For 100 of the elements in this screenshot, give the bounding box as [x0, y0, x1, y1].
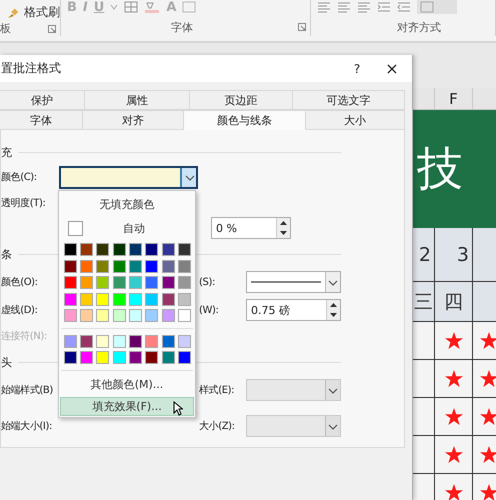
color-swatch[interactable] [145, 351, 158, 364]
color-swatch[interactable] [96, 292, 110, 306]
color-swatch[interactable] [112, 276, 126, 289]
star-icon [444, 446, 462, 463]
color-swatch[interactable] [64, 351, 77, 364]
fill-color-icon[interactable] [144, 1, 160, 13]
color-swatch[interactable] [178, 292, 191, 306]
color-swatch[interactable] [162, 351, 175, 364]
color-swatch[interactable] [129, 309, 142, 322]
color-swatch[interactable] [80, 260, 94, 272]
color-swatch[interactable] [162, 260, 175, 272]
color-swatch[interactable] [129, 334, 142, 348]
dialog-tab[interactable]: 对齐 [83, 110, 184, 130]
automatic-swatch[interactable] [68, 220, 83, 236]
color-swatch[interactable] [96, 276, 110, 289]
automatic-item[interactable]: 自动 [123, 220, 145, 236]
color-swatch[interactable] [162, 309, 175, 322]
dialog-tab[interactable]: 属性 [85, 90, 190, 110]
color-swatch[interactable] [178, 351, 191, 364]
fill-color-dropdown[interactable] [59, 166, 198, 188]
dialog-tab[interactable]: 大小 [306, 110, 405, 130]
color-swatch[interactable] [96, 309, 110, 322]
help-button[interactable]: ? [342, 62, 372, 76]
color-swatch[interactable] [96, 243, 110, 256]
group-label: 板 [0, 21, 11, 36]
section-heading: 充 [1, 144, 12, 160]
color-swatch[interactable] [64, 292, 77, 306]
color-swatch[interactable] [129, 243, 142, 256]
line-style-icon [251, 280, 321, 284]
color-swatch[interactable] [145, 334, 158, 348]
color-swatch[interactable] [178, 334, 191, 348]
color-swatch[interactable] [80, 276, 94, 289]
color-swatch[interactable] [178, 276, 191, 289]
dialog-launcher-icon[interactable] [298, 23, 306, 31]
format-painter-button[interactable]: 格式刷 [24, 4, 60, 21]
dialog-tab[interactable]: 字体 [0, 110, 83, 130]
color-swatch[interactable] [178, 309, 191, 322]
transparency-spinbox[interactable]: 0 % [211, 217, 291, 239]
color-swatch[interactable] [178, 260, 191, 272]
more-colors-item[interactable]: 其他颜色(M)... [60, 372, 194, 396]
align-icon[interactable] [337, 1, 351, 13]
color-swatch[interactable] [112, 309, 126, 322]
close-button[interactable]: × [372, 59, 412, 78]
color-swatch[interactable] [64, 309, 77, 322]
color-swatch[interactable] [162, 243, 175, 256]
color-swatch[interactable] [129, 260, 142, 272]
color-swatch[interactable] [162, 292, 175, 306]
color-swatch[interactable] [80, 309, 94, 322]
color-swatch[interactable] [162, 334, 175, 348]
color-swatch[interactable] [80, 351, 94, 364]
color-swatch[interactable] [129, 292, 142, 306]
dialog-title: 置批注格式 [1, 60, 62, 77]
star-icon [480, 332, 496, 349]
color-swatch[interactable] [112, 351, 126, 364]
column-header[interactable]: F [435, 88, 473, 110]
color-swatch[interactable] [145, 292, 158, 306]
dialog-tab[interactable]: 可选文字 [293, 90, 405, 110]
spin-up-icon[interactable] [280, 221, 287, 225]
color-swatch[interactable] [145, 276, 158, 289]
color-swatch[interactable] [80, 292, 94, 306]
field-label: 大小(Z): [198, 420, 236, 432]
align-icon[interactable] [317, 1, 331, 13]
color-swatch[interactable] [80, 334, 94, 348]
color-swatch[interactable] [96, 351, 110, 364]
color-swatch[interactable] [129, 351, 142, 364]
fill-effects-item[interactable]: 填充效果(F)... [60, 396, 194, 416]
color-swatch[interactable] [112, 260, 126, 272]
spin-down-icon[interactable] [330, 313, 337, 317]
indent-icon[interactable] [377, 1, 391, 13]
color-swatch[interactable] [112, 334, 126, 348]
merge-icon[interactable] [417, 0, 457, 14]
spin-up-icon[interactable] [330, 303, 337, 307]
color-swatch[interactable] [145, 309, 158, 322]
color-swatch[interactable] [129, 276, 142, 289]
align-icon[interactable] [357, 1, 371, 13]
color-swatch[interactable] [64, 334, 77, 348]
dialog-tab[interactable]: 页边距 [190, 90, 293, 110]
dialog-launcher-icon[interactable] [48, 24, 56, 32]
field-label: (W): [198, 304, 220, 316]
color-swatch[interactable] [96, 334, 110, 348]
color-swatch[interactable] [145, 243, 158, 256]
spin-down-icon[interactable] [280, 231, 287, 235]
indent-icon[interactable] [397, 1, 411, 13]
color-swatch[interactable] [178, 243, 191, 256]
color-swatch[interactable] [80, 243, 94, 256]
dialog-tab[interactable]: 保护 [0, 90, 85, 110]
color-swatch[interactable] [64, 243, 77, 256]
color-swatch[interactable] [112, 292, 126, 306]
color-swatch[interactable] [64, 260, 77, 272]
line-style-dropdown[interactable] [246, 271, 341, 293]
border-icon[interactable] [124, 1, 138, 13]
line-weight-spinbox[interactable]: 0.75 磅 [246, 299, 341, 321]
no-fill-item[interactable]: 无填充颜色 [60, 191, 194, 217]
color-swatch[interactable] [145, 260, 158, 272]
color-swatch[interactable] [162, 276, 175, 289]
color-swatch[interactable] [112, 243, 126, 256]
color-swatch[interactable] [96, 260, 110, 272]
dialog-tab[interactable]: 颜色与线条 [184, 110, 306, 130]
banner-title: 技 [417, 140, 463, 197]
color-swatch[interactable] [64, 276, 77, 289]
